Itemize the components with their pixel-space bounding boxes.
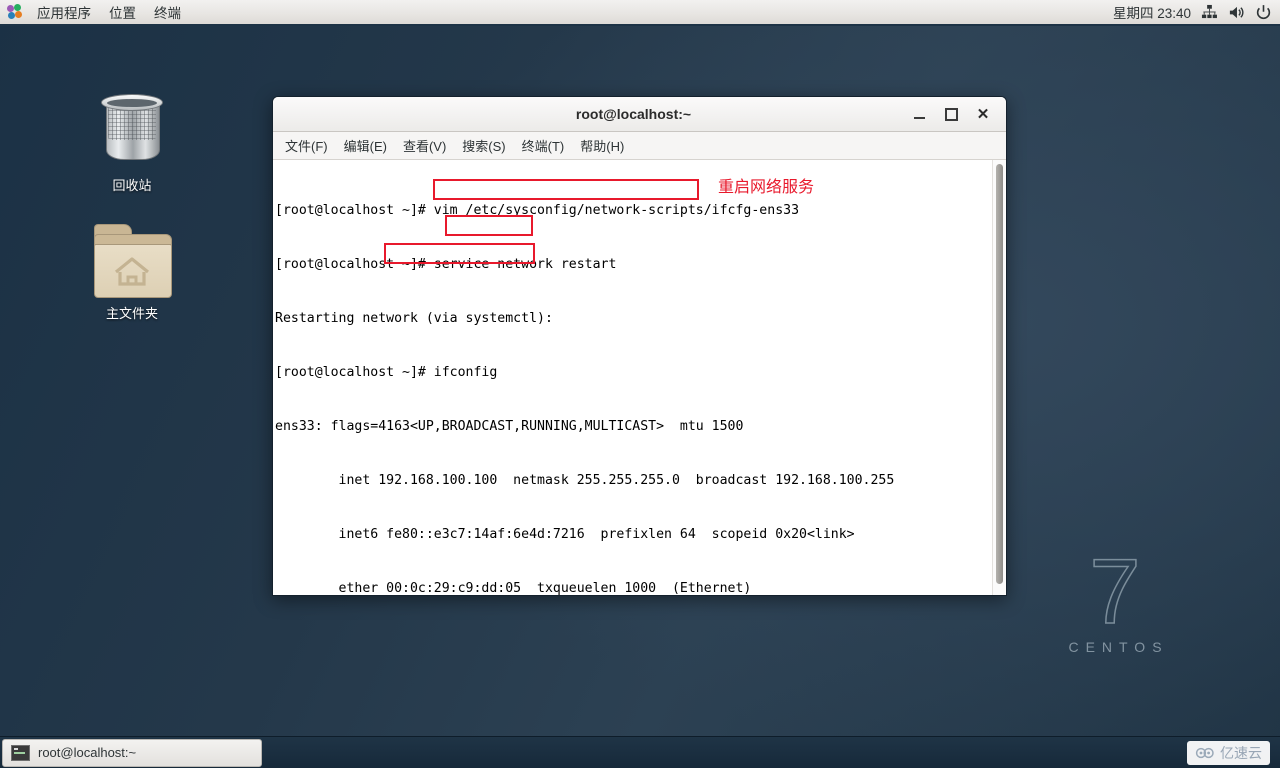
terminal-output: [root@localhost ~]# vim /etc/sysconfig/n… [273,160,992,596]
panel-menu-group: 应用程序 位置 终端 [28,0,190,24]
menu-help[interactable]: 帮助(H) [572,133,632,158]
cloud-logo-icon [1195,747,1214,758]
annotation-restart-network-service: 重启网络服务 [718,177,815,196]
desktop-icon-label: 主文件夹 [105,306,158,321]
gnome-footprint-icon [6,3,24,21]
panel-menu-applications[interactable]: 应用程序 [28,0,100,27]
power-icon[interactable] [1255,4,1272,21]
scrollbar-thumb[interactable] [996,164,1003,584]
taskbar-window-button[interactable]: root@localhost:~ [2,738,262,767]
menu-file[interactable]: 文件(F) [277,133,336,158]
menu-search[interactable]: 搜索(S) [454,133,513,158]
watermark-text: 亿速云 [1220,745,1262,762]
terminal-window: root@localhost:~ ✕ 文件(F) 编辑(E) 查看(V) 搜索(… [272,96,1007,596]
clock[interactable]: 星期四 23:40 [1113,2,1191,22]
window-title: root@localhost:~ [575,106,692,122]
terminal-line: Restarting network (via systemctl): [275,311,553,326]
centos-branding: 7 CENTOS [1050,541,1180,655]
window-button-group: ✕ [910,105,1006,123]
window-titlebar[interactable]: root@localhost:~ ✕ [273,97,1006,132]
maximize-icon[interactable] [942,105,960,123]
bottom-panel: root@localhost:~ 亿速云 [0,736,1280,768]
terminal-line: ens33: flags=4163<UP,BROADCAST,RUNNING,M… [275,419,744,434]
terminal-line: [root@localhost ~]# vim /etc/sysconfig/n… [275,203,800,218]
highlight-box-service-restart [433,179,699,200]
trash-can-icon [90,88,174,172]
panel-menu-places[interactable]: 位置 [100,0,145,27]
desktop-icon-label: 回收站 [112,178,152,193]
terminal-line: inet 192.168.100.100 netmask 255.255.255… [275,473,895,488]
centos-version-number: 7 [1089,541,1142,643]
terminal-menubar: 文件(F) 编辑(E) 查看(V) 搜索(S) 终端(T) 帮助(H) [273,132,1006,160]
terminal-line: [root@localhost ~]# ifconfig [275,365,498,380]
close-icon[interactable]: ✕ [974,105,992,123]
taskbar-window-label: root@localhost:~ [38,745,137,760]
desktop-screen: 应用程序 位置 终端 星期四 23:40 回收站 主文件夹 7 CENTOS r… [0,0,1280,768]
terminal-scrollbar[interactable] [992,160,1006,595]
terminal-line: ether 00:0c:29:c9:dd:05 txqueuelen 1000 … [275,581,752,595]
desktop-icon-home[interactable]: 主文件夹 [77,222,187,321]
minimize-icon[interactable] [910,105,928,123]
home-folder-icon [90,222,174,300]
menu-terminal[interactable]: 终端(T) [514,133,573,158]
network-wired-icon[interactable] [1201,4,1218,21]
centos-wordmark: CENTOS [1068,638,1169,655]
watermark: 亿速云 [1187,740,1270,765]
desktop-icon-trash[interactable]: 回收站 [77,88,187,193]
terminal-line: inet6 fe80::e3c7:14af:6e4d:7216 prefixle… [275,527,855,542]
terminal-icon [11,744,30,761]
terminal-body[interactable]: [root@localhost ~]# vim /etc/sysconfig/n… [273,160,1006,595]
terminal-line: [root@localhost ~]# service network rest… [275,257,617,272]
system-tray: 星期四 23:40 [1113,0,1280,24]
volume-speaker-icon[interactable] [1228,4,1245,21]
menu-edit[interactable]: 编辑(E) [336,133,395,158]
menu-view[interactable]: 查看(V) [395,133,454,158]
panel-menu-terminal[interactable]: 终端 [145,0,190,27]
top-panel: 应用程序 位置 终端 星期四 23:40 [0,0,1280,26]
